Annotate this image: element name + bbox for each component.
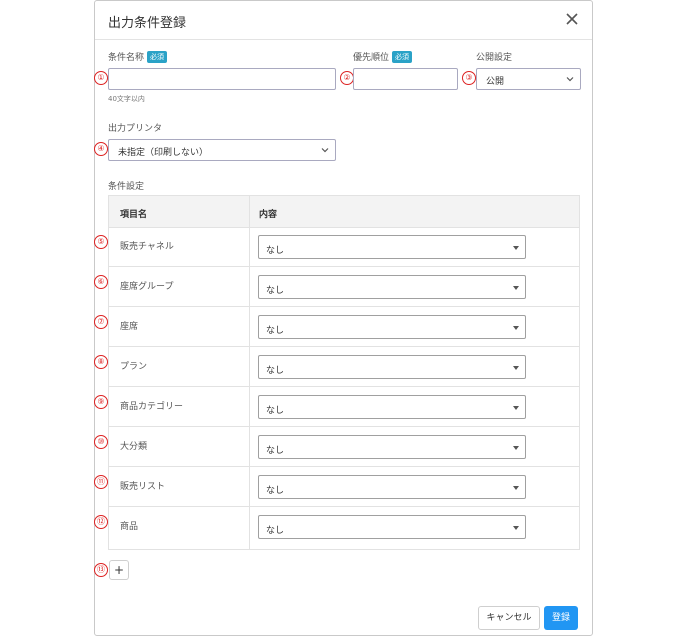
callout-marker: ① <box>94 71 108 85</box>
callout-marker: ⑩ <box>94 435 108 449</box>
priority-label: 優先順位 必須 <box>353 50 413 63</box>
caret-down-icon <box>513 406 519 410</box>
callout-marker: ⑬ <box>94 563 108 577</box>
callout-marker: ⑥ <box>94 275 108 289</box>
callout-marker: ⑦ <box>94 315 108 329</box>
caret-down-icon <box>513 366 519 370</box>
cancel-button[interactable]: キャンセル <box>478 606 540 630</box>
callout-marker: ⑤ <box>94 235 108 249</box>
add-condition-button[interactable]: + <box>109 560 129 580</box>
condition-name-label: 条件名称 必須 <box>108 50 168 63</box>
caret-down-icon <box>513 526 519 530</box>
table-row: 商品 なし <box>109 507 579 547</box>
modal-title: 出力条件登録 <box>108 16 187 31</box>
row-name: 大分類 <box>120 442 148 452</box>
row-select[interactable]: なし <box>258 515 526 539</box>
table-row: 販売チャネル なし <box>109 227 579 267</box>
condition-name-hint: 40文字以内 <box>108 95 145 103</box>
visibility-label: 公開設定 <box>476 53 513 63</box>
row-select[interactable]: なし <box>258 475 526 499</box>
submit-button[interactable]: 登録 <box>544 606 578 630</box>
row-name: 販売チャネル <box>120 242 174 252</box>
table-row: 座席 なし <box>109 307 579 347</box>
table-row: 座席グループ なし <box>109 267 579 307</box>
row-name: プラン <box>120 362 148 372</box>
row-name: 商品 <box>120 522 139 532</box>
priority-input[interactable] <box>353 68 458 90</box>
required-badge: 必須 <box>147 51 168 63</box>
row-select[interactable]: なし <box>258 235 526 259</box>
close-icon[interactable] <box>562 9 582 29</box>
printer-select[interactable]: 未指定（印刷しない） <box>108 139 336 161</box>
callout-marker: ⑧ <box>94 355 108 369</box>
callout-marker: ③ <box>462 71 476 85</box>
callout-marker: ⑪ <box>94 475 108 489</box>
condition-name-input[interactable] <box>108 68 336 90</box>
table-header: 項目名 内容 <box>109 196 579 228</box>
table-row: 商品カテゴリー なし <box>109 387 579 427</box>
row-select[interactable]: なし <box>258 315 526 339</box>
callout-marker: ⑫ <box>94 515 108 529</box>
chevron-down-icon <box>566 77 574 82</box>
modal-header: 出力条件登録 <box>95 1 592 40</box>
caret-down-icon <box>513 286 519 290</box>
row-name: 商品カテゴリー <box>120 402 184 412</box>
table-row: 販売リスト なし <box>109 467 579 507</box>
caret-down-icon <box>513 486 519 490</box>
printer-label: 出力プリンタ <box>108 124 163 134</box>
row-select[interactable]: なし <box>258 435 526 459</box>
conditions-label: 条件設定 <box>108 182 145 192</box>
row-select[interactable]: なし <box>258 355 526 379</box>
row-select[interactable]: なし <box>258 395 526 419</box>
row-name: 販売リスト <box>120 482 166 492</box>
caret-down-icon <box>513 446 519 450</box>
output-condition-modal: 出力条件登録 条件名称 必須 ① 40文字以内 優先順位 必須 ② 公開設定 ③ 公… <box>94 0 593 636</box>
header-item-name: 項目名 <box>120 210 148 220</box>
required-badge: 必須 <box>392 51 413 63</box>
chevron-down-icon <box>321 148 329 153</box>
callout-marker: ② <box>340 71 354 85</box>
visibility-select[interactable]: 公開 <box>476 68 581 90</box>
callout-marker: ⑨ <box>94 395 108 409</box>
row-name: 座席 <box>120 322 139 332</box>
row-name: 座席グループ <box>120 282 174 292</box>
caret-down-icon <box>513 326 519 330</box>
table-row: プラン なし <box>109 347 579 387</box>
row-select[interactable]: なし <box>258 275 526 299</box>
header-content: 内容 <box>259 210 278 220</box>
conditions-table: 項目名 内容 販売チャネル なし 座席グループ なし 座席 なし プラン なし … <box>108 195 580 550</box>
caret-down-icon <box>513 246 519 250</box>
callout-marker: ④ <box>94 142 108 156</box>
table-row: 大分類 なし <box>109 427 579 467</box>
